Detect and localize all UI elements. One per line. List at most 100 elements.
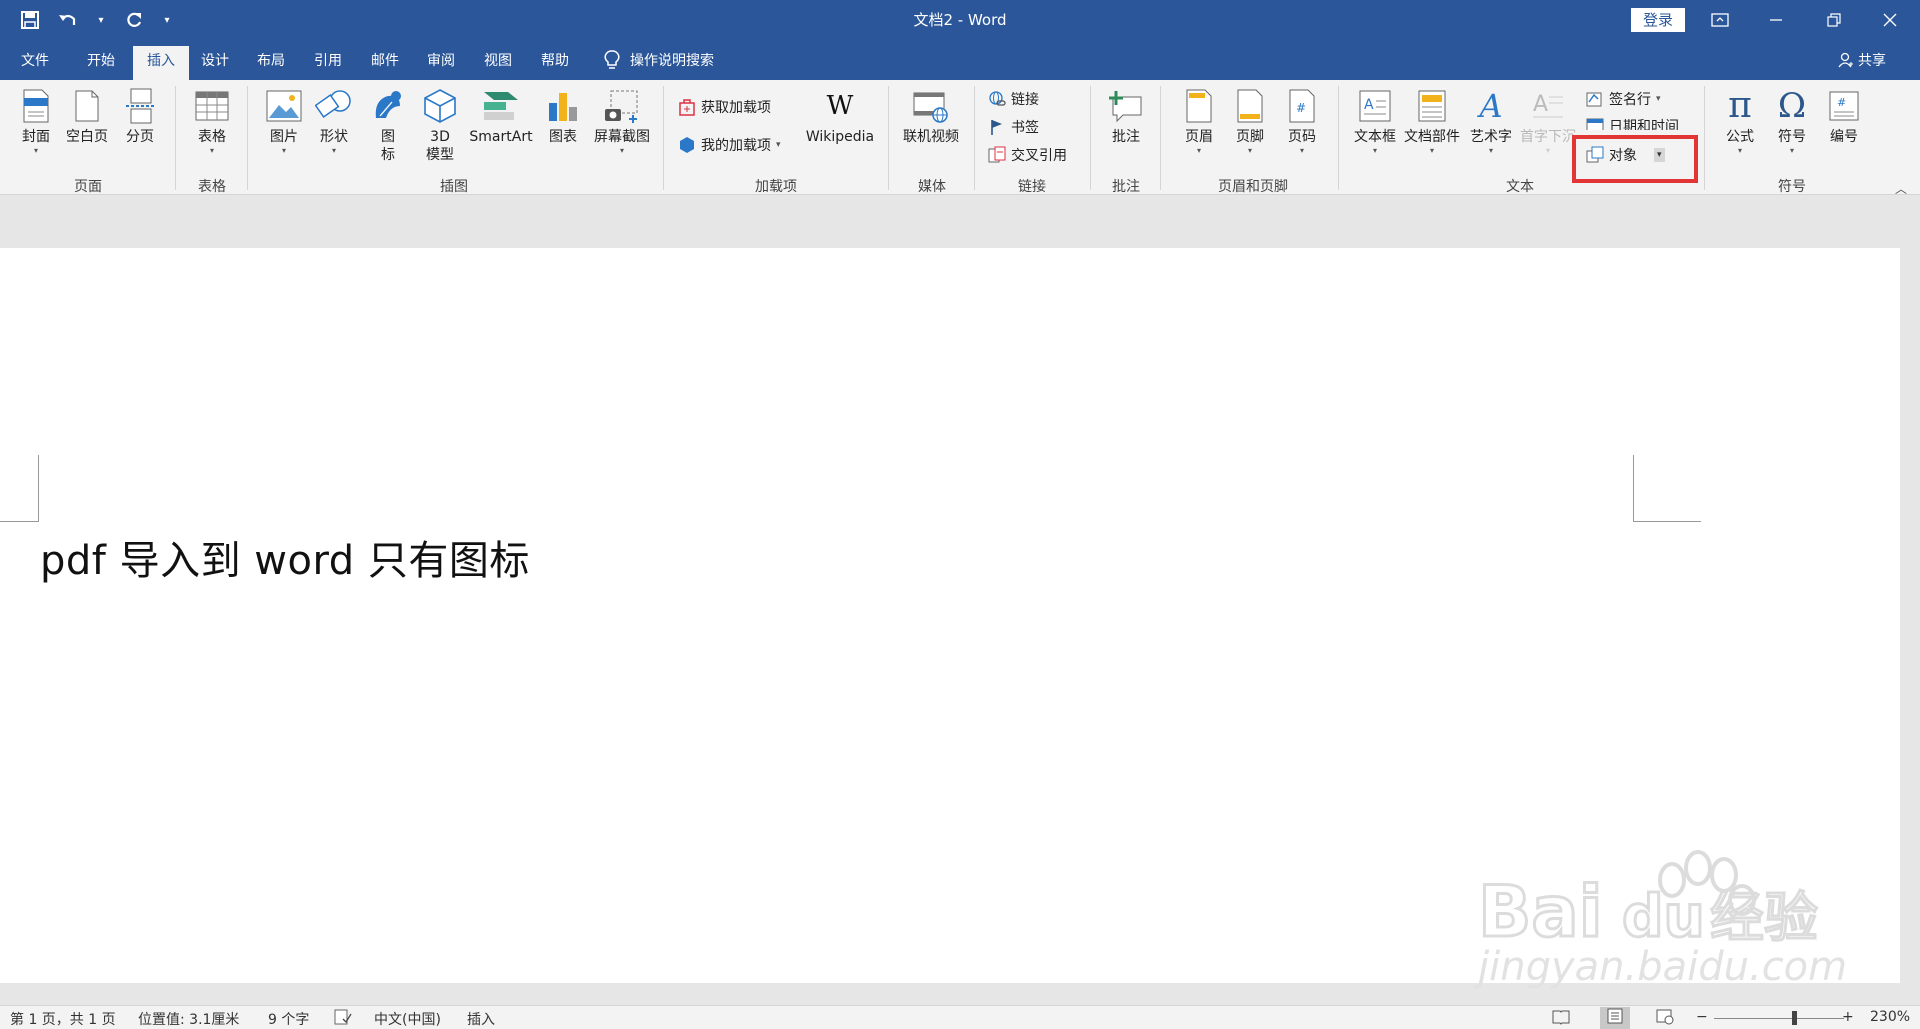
- tab-review[interactable]: 审阅: [418, 46, 464, 80]
- page-break-button[interactable]: 分页: [118, 86, 162, 146]
- signature-line-icon: [1586, 92, 1602, 107]
- tab-insert[interactable]: 插入: [133, 46, 189, 80]
- login-button[interactable]: 登录: [1631, 8, 1685, 32]
- zoom-in-icon[interactable]: +: [1842, 1009, 1854, 1025]
- document-page[interactable]: [0, 248, 1900, 983]
- status-insert-mode[interactable]: 插入: [467, 1009, 495, 1029]
- smartart-icon: [481, 86, 521, 126]
- status-page[interactable]: 第 1 页，共 1 页: [10, 1009, 116, 1029]
- tab-view[interactable]: 视图: [475, 46, 521, 80]
- tab-home[interactable]: 开始: [78, 46, 124, 80]
- smartart-button[interactable]: SmartArt: [466, 86, 536, 146]
- status-language[interactable]: 中文(中国): [374, 1009, 441, 1029]
- group-label-addins: 加载项: [755, 179, 797, 195]
- pi-icon: π: [1728, 85, 1752, 126]
- footer-button[interactable]: 页脚 ▾: [1228, 86, 1272, 156]
- comment-button[interactable]: 批注: [1104, 86, 1148, 146]
- cover-page-button[interactable]: 封面 ▾: [14, 86, 58, 156]
- undo-icon[interactable]: [56, 8, 80, 32]
- quick-access-toolbar: ▾ ▾: [18, 6, 174, 34]
- group-label-media: 媒体: [918, 179, 946, 195]
- drop-cap-button: A 首字下沉 ▾: [1518, 86, 1578, 156]
- group-divider: [1338, 86, 1339, 190]
- save-icon[interactable]: [18, 8, 42, 32]
- print-layout-icon[interactable]: [1600, 1007, 1630, 1029]
- customize-qat-icon[interactable]: ▾: [160, 8, 174, 32]
- group-divider: [175, 86, 176, 190]
- addins-cube-icon: [680, 137, 694, 153]
- icons-button[interactable]: 图 标: [366, 86, 410, 164]
- tell-me-search[interactable]: 操作说明搜索: [604, 46, 714, 74]
- minimize-icon[interactable]: [1748, 0, 1804, 40]
- cross-reference-button[interactable]: 交叉引用: [988, 144, 1067, 166]
- smartart-label: SmartArt: [469, 129, 533, 145]
- bookmark-flag-icon: [991, 120, 1002, 135]
- proofing-icon[interactable]: [334, 1009, 352, 1029]
- web-layout-icon[interactable]: [1656, 1009, 1674, 1029]
- get-addins-label: 获取加载项: [701, 100, 771, 116]
- close-icon[interactable]: [1862, 0, 1918, 40]
- zoom-level[interactable]: 230%: [1870, 1009, 1910, 1025]
- 3d-model-label-line2: 模型: [426, 147, 454, 163]
- cube-icon: [420, 86, 460, 126]
- tab-references[interactable]: 引用: [305, 46, 351, 80]
- blank-page-label: 空白页: [66, 129, 108, 145]
- redo-icon[interactable]: [122, 8, 146, 32]
- zoom-slider[interactable]: [1714, 1018, 1844, 1019]
- crop-mark: [0, 521, 39, 522]
- restore-icon[interactable]: [1806, 0, 1862, 40]
- tell-me-label: 操作说明搜索: [630, 53, 714, 69]
- zoom-out-icon[interactable]: −: [1696, 1009, 1708, 1025]
- group-label-pages: 页面: [74, 179, 102, 195]
- shapes-button[interactable]: 形状 ▾: [312, 86, 356, 156]
- share-button[interactable]: 共享: [1838, 50, 1886, 70]
- screenshot-button[interactable]: 屏幕截图 ▾: [590, 86, 654, 156]
- text-box-icon: A: [1355, 86, 1395, 126]
- bookmark-button[interactable]: 书签: [988, 116, 1039, 138]
- quick-parts-button[interactable]: 文档部件 ▾: [1400, 86, 1464, 156]
- status-position[interactable]: 位置值: 3.1厘米: [138, 1009, 239, 1029]
- group-label-header-footer: 页眉和页脚: [1218, 179, 1288, 195]
- tab-design[interactable]: 设计: [192, 46, 238, 80]
- header-button[interactable]: 页眉 ▾: [1177, 86, 1221, 156]
- status-word-count[interactable]: 9 个字: [268, 1009, 309, 1029]
- blank-page-button[interactable]: 空白页: [62, 86, 112, 146]
- picture-button[interactable]: 图片 ▾: [262, 86, 306, 156]
- link-button[interactable]: 链接: [988, 88, 1039, 110]
- group-divider: [1704, 86, 1705, 190]
- tab-file[interactable]: 文件: [12, 46, 58, 80]
- tab-mailings[interactable]: 邮件: [362, 46, 408, 80]
- group-divider: [1160, 86, 1161, 190]
- document-body-text[interactable]: pdf 导入到 word 只有图标: [40, 528, 530, 586]
- group-label-links: 链接: [1018, 179, 1046, 195]
- page-number-button[interactable]: # 页码 ▾: [1280, 86, 1324, 156]
- group-label-comments: 批注: [1112, 179, 1140, 195]
- 3d-model-button[interactable]: 3D 模型: [418, 86, 462, 164]
- equation-button[interactable]: π 公式 ▾: [1718, 86, 1762, 156]
- my-addins-button[interactable]: 我的加载项 ▾: [678, 134, 781, 156]
- symbol-button[interactable]: Ω 符号 ▾: [1770, 86, 1814, 156]
- date-time-button[interactable]: 日期和时间: [1586, 116, 1679, 130]
- ribbon-display-options-icon[interactable]: [1692, 0, 1748, 40]
- read-mode-icon[interactable]: [1552, 1009, 1570, 1029]
- wordart-button[interactable]: A 艺术字 ▾: [1466, 86, 1516, 156]
- signature-line-button[interactable]: 签名行 ▾: [1586, 88, 1661, 110]
- number-button[interactable]: # 编号: [1822, 86, 1866, 146]
- get-addins-button[interactable]: 获取加载项: [678, 96, 771, 118]
- table-button[interactable]: 表格 ▾: [190, 86, 234, 156]
- vertical-scrollbar[interactable]: [1900, 195, 1920, 983]
- text-box-button[interactable]: A 文本框 ▾: [1350, 86, 1400, 156]
- bookmark-label: 书签: [1011, 120, 1039, 136]
- number-label: 编号: [1830, 129, 1858, 145]
- online-video-button[interactable]: 联机视频: [898, 86, 964, 146]
- zoom-slider-thumb[interactable]: [1792, 1011, 1797, 1025]
- signature-line-dropdown-icon: ▾: [1656, 94, 1661, 104]
- group-label-tables: 表格: [198, 179, 226, 195]
- wikipedia-button[interactable]: W Wikipedia: [800, 86, 880, 146]
- tab-layout[interactable]: 布局: [248, 46, 294, 80]
- chart-button[interactable]: 图表: [541, 86, 585, 146]
- undo-dropdown-icon[interactable]: ▾: [94, 8, 108, 32]
- crop-mark: [1633, 455, 1634, 521]
- screenshot-label: 屏幕截图: [594, 129, 650, 145]
- tab-help[interactable]: 帮助: [532, 46, 578, 80]
